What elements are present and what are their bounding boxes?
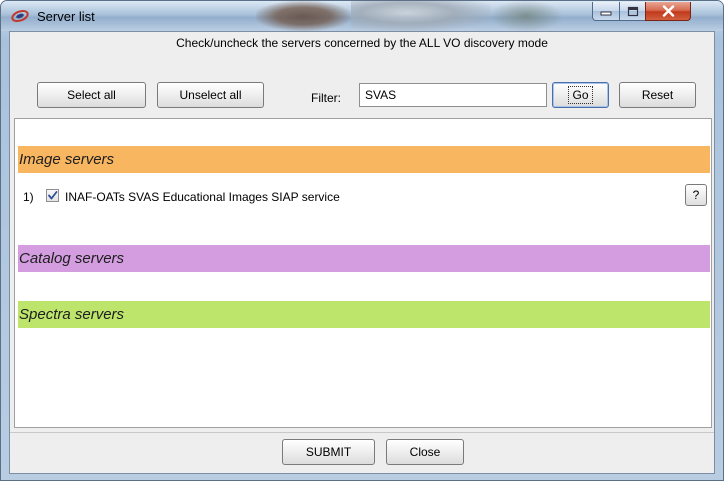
reset-button[interactable]: Reset [619, 82, 696, 108]
window-title: Server list [37, 9, 95, 24]
server-checkbox[interactable] [46, 189, 59, 202]
close-icon [662, 5, 674, 17]
galaxy-app-icon [11, 9, 29, 23]
checkmark-icon [48, 191, 58, 200]
help-label: ? [692, 188, 700, 202]
server-help-button[interactable]: ? [685, 184, 707, 206]
dialog-content: Check/uncheck the servers concerned by t… [9, 31, 715, 474]
server-list-panel: Image servers 1) INAF-OATs SVAS Educatio… [14, 118, 712, 428]
unselect-all-label: Unselect all [179, 88, 242, 102]
server-name: INAF-OATs SVAS Educational Images SIAP s… [65, 190, 340, 204]
server-list-window: Server list Check/uncheck the servers co… [0, 0, 724, 481]
server-row: 1) INAF-OATs SVAS Educational Images SIA… [15, 181, 711, 211]
close-label: Close [409, 445, 441, 459]
select-all-button[interactable]: Select all [37, 82, 146, 108]
section-header-spectra-servers: Spectra servers [18, 301, 710, 328]
submit-button[interactable]: SUBMIT [282, 439, 375, 465]
maximize-button[interactable] [619, 2, 646, 21]
select-all-label: Select all [67, 88, 116, 102]
filter-input[interactable] [359, 83, 547, 107]
close-button[interactable]: Close [386, 439, 464, 465]
close-window-button[interactable] [645, 2, 691, 21]
section-header-image-servers: Image servers [18, 146, 710, 173]
minimize-button[interactable] [592, 2, 620, 21]
footer-divider [10, 432, 714, 433]
unselect-all-button[interactable]: Unselect all [157, 82, 264, 108]
title-bar-background-decoration [491, 1, 561, 31]
go-button[interactable]: Go [552, 82, 609, 108]
filter-label: Filter: [311, 91, 341, 105]
submit-label: SUBMIT [305, 445, 352, 459]
server-index: 1) [23, 190, 34, 204]
section-header-catalog-servers: Catalog servers [18, 245, 710, 272]
title-bar[interactable]: Server list [1, 1, 723, 31]
maximize-icon [627, 6, 638, 16]
title-bar-background-decoration [351, 1, 491, 31]
go-label: Go [568, 86, 593, 104]
instruction-text: Check/uncheck the servers concerned by t… [176, 36, 548, 50]
minimize-icon [600, 11, 612, 16]
title-bar-background-decoration [256, 1, 351, 31]
reset-label: Reset [641, 88, 674, 102]
